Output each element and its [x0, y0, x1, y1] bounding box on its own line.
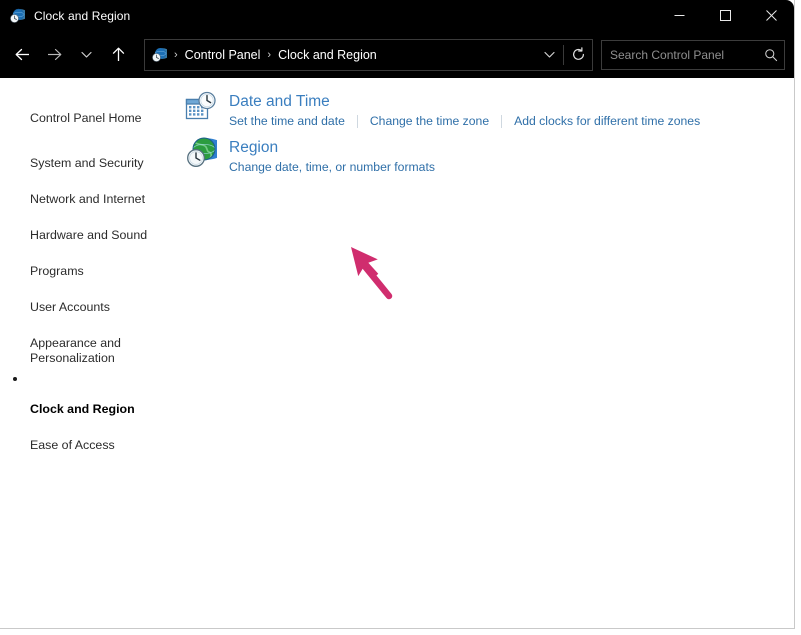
chevron-down-icon[interactable]	[70, 39, 102, 71]
control-panel-icon	[151, 47, 171, 63]
sidebar-item-system-and-security[interactable]: System and Security	[0, 138, 185, 174]
current-item-bullet-icon	[13, 377, 17, 381]
region-globe-clock-icon	[9, 8, 29, 24]
category-region: Region Change date, time, or number form…	[185, 137, 794, 175]
sidebar: Control Panel Home System and Security N…	[0, 78, 185, 456]
address-bar[interactable]: › Control Panel › Clock and Region	[144, 38, 593, 71]
sidebar-item-label: Network and Internet	[30, 192, 146, 206]
address-chevron-down-icon[interactable]	[535, 40, 563, 70]
search-input[interactable]	[602, 47, 758, 62]
back-icon[interactable]	[6, 39, 38, 71]
link-change-date-time-or-number-formats[interactable]: Change date, time, or number formats	[229, 159, 435, 175]
category-title[interactable]: Date and Time	[229, 92, 700, 111]
sidebar-item-label: System and Security	[30, 156, 144, 170]
sidebar-item-label: Clock and Region	[30, 402, 135, 416]
link-change-the-time-zone[interactable]: Change the time zone	[370, 113, 489, 129]
close-button[interactable]	[748, 0, 794, 31]
search-box[interactable]	[601, 39, 785, 70]
minimize-button[interactable]	[656, 0, 702, 31]
sidebar-item-network-and-internet[interactable]: Network and Internet	[0, 174, 185, 210]
navigation-bar: › Control Panel › Clock and Region	[0, 31, 794, 78]
window-title: Clock and Region	[34, 8, 131, 23]
link-divider	[501, 114, 503, 128]
breadcrumb-separator: ›	[174, 48, 178, 61]
sidebar-item-clock-and-region[interactable]: Clock and Region	[0, 369, 185, 420]
link-set-the-time-and-date[interactable]: Set the time and date	[229, 113, 345, 129]
content-area: Control Panel Home System and Security N…	[0, 78, 794, 627]
search-icon[interactable]	[758, 48, 784, 62]
category-title[interactable]: Region	[229, 138, 435, 157]
sidebar-item-label: Appearance and Personalization	[30, 336, 121, 365]
sidebar-item-appearance-and-personalization[interactable]: Appearance and Personalization	[0, 318, 185, 369]
forward-icon[interactable]	[38, 39, 70, 71]
link-add-clocks-for-different-time-zones[interactable]: Add clocks for different time zones	[514, 113, 700, 129]
up-icon[interactable]	[102, 39, 134, 71]
breadcrumb-item-clock-and-region[interactable]: Clock and Region	[278, 48, 377, 62]
category-date-and-time: Date and Time Set the time and date Chan…	[185, 91, 794, 129]
globe-clock-icon[interactable]	[185, 137, 226, 169]
sidebar-item-label: Control Panel Home	[30, 111, 142, 125]
maximize-button[interactable]	[702, 0, 748, 31]
link-divider	[356, 114, 358, 128]
category-body: Date and Time Set the time and date Chan…	[229, 91, 700, 129]
sidebar-item-label: Programs	[30, 264, 84, 278]
sidebar-item-label: Ease of Access	[30, 438, 115, 452]
sidebar-item-programs[interactable]: Programs	[0, 246, 185, 282]
category-links: Change date, time, or number formats	[229, 159, 435, 175]
sidebar-item-hardware-and-sound[interactable]: Hardware and Sound	[0, 210, 185, 246]
sidebar-item-label: Hardware and Sound	[30, 228, 148, 242]
category-list: Date and Time Set the time and date Chan…	[185, 78, 794, 183]
window-controls	[656, 0, 794, 31]
title-bar: Clock and Region	[0, 0, 794, 31]
calendar-clock-icon[interactable]	[185, 91, 217, 123]
control-panel-window: Clock and Region › Control Panel › Clock…	[0, 0, 795, 629]
breadcrumb-item-control-panel[interactable]: Control Panel	[185, 48, 261, 62]
breadcrumb-separator: ›	[267, 48, 272, 61]
sidebar-item-user-accounts[interactable]: User Accounts	[0, 282, 185, 318]
refresh-icon[interactable]	[564, 40, 592, 70]
sidebar-item-ease-of-access[interactable]: Ease of Access	[0, 420, 185, 456]
category-body: Region Change date, time, or number form…	[229, 137, 435, 175]
sidebar-item-label: User Accounts	[30, 300, 110, 314]
sidebar-item-control-panel-home[interactable]: Control Panel Home	[0, 93, 185, 129]
annotation-arrow-icon	[351, 247, 393, 300]
category-links: Set the time and date Change the time zo…	[229, 113, 700, 129]
